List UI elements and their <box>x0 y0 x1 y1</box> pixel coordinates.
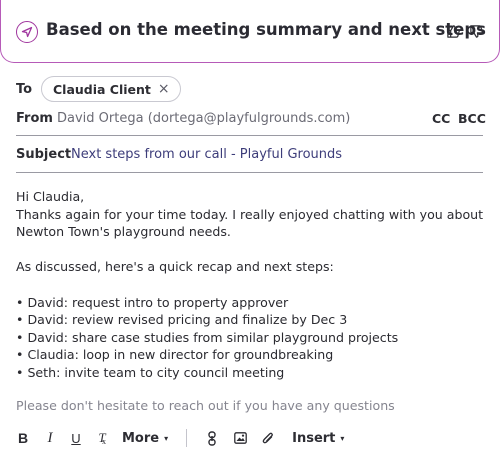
banner-title: Based on the meeting summary and next st… <box>46 20 486 39</box>
paperclip-icon <box>262 432 274 444</box>
link-icon <box>208 430 216 446</box>
list-item: David: request intro to property approve… <box>16 294 486 312</box>
chevron-down-icon: ▾ <box>164 433 169 443</box>
clear-format-button[interactable]: T x <box>95 428 109 448</box>
from-label: From <box>16 111 53 126</box>
chevron-down-icon: ▾ <box>340 433 345 443</box>
from-field[interactable]: David Ortega (dortega@playfulgrounds.com… <box>57 111 350 126</box>
list-item: David: review revised pricing and finali… <box>16 311 486 329</box>
clear-format-sub: x <box>102 437 106 446</box>
remove-recipient-icon[interactable]: × <box>158 82 170 96</box>
body-line: Newton Town's playground needs. <box>16 224 231 240</box>
to-label: To <box>16 82 33 97</box>
link-button[interactable] <box>205 428 219 448</box>
list-item: David: share case studies from similar p… <box>16 329 486 347</box>
italic-button[interactable]: I <box>44 428 56 448</box>
closing-hint: Please don't hesitate to reach out if yo… <box>16 398 395 413</box>
recipient-chip-label: Claudia Client <box>53 81 151 97</box>
subject-divider <box>16 172 483 173</box>
list-item: Seth: invite team to city council meetin… <box>16 364 486 382</box>
ai-suggestion-banner: Based on the meeting summary and next st… <box>0 0 500 63</box>
attach-button[interactable] <box>261 428 275 448</box>
subject-label: Subject <box>16 147 72 162</box>
underline-button[interactable]: U <box>70 428 82 448</box>
greeting: Hi Claudia, <box>16 189 85 204</box>
bold-button[interactable]: B <box>16 428 30 448</box>
cc-button[interactable]: CC <box>432 111 450 126</box>
insert-label: Insert <box>292 430 336 446</box>
list-item: Claudia: loop in new director for ground… <box>16 346 486 364</box>
recap-intro: As discussed, here's a quick recap and n… <box>16 259 334 275</box>
thumbs-down-icon[interactable] <box>468 23 484 39</box>
next-steps-list: David: request intro to property approve… <box>16 294 486 382</box>
image-icon <box>233 432 247 444</box>
header-divider <box>16 135 483 136</box>
recipient-chip[interactable]: Claudia Client × <box>41 76 181 102</box>
insert-dropdown[interactable]: Insert ▾ <box>292 428 344 448</box>
image-button[interactable] <box>233 428 247 448</box>
more-dropdown[interactable]: More ▾ <box>122 428 168 448</box>
toolbar-separator <box>186 429 188 447</box>
subject-field[interactable]: Next steps from our call - Playful Groun… <box>71 147 342 162</box>
message-body[interactable]: Hi Claudia, Thanks again for your time t… <box>16 188 486 382</box>
format-toolbar: B I U T x More ▾ Insert ▾ <box>16 428 344 448</box>
more-label: More <box>122 430 160 446</box>
bcc-button[interactable]: BCC <box>458 111 486 126</box>
send-icon <box>16 21 38 43</box>
thumbs-up-icon[interactable] <box>445 23 461 39</box>
body-line: Thanks again for your time today. I real… <box>16 206 484 222</box>
